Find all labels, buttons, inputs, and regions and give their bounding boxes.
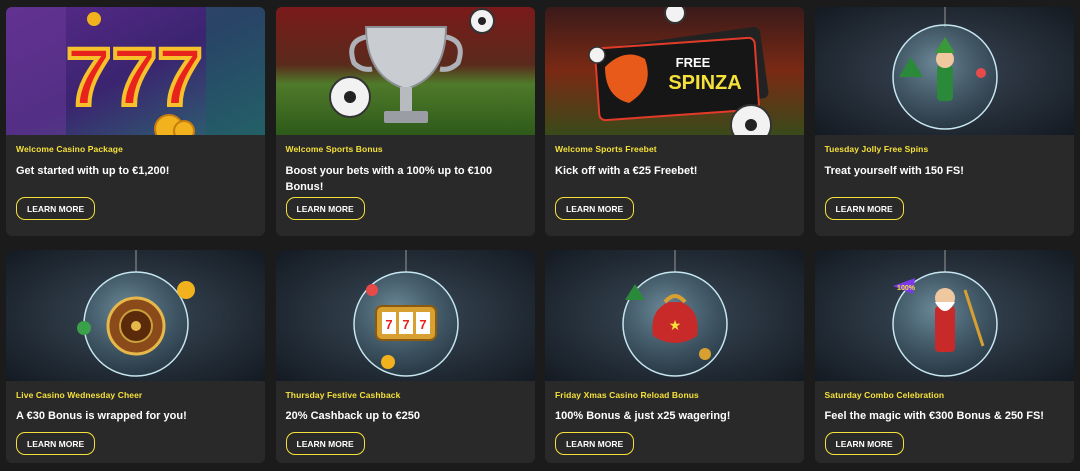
promo-description: A €30 Bonus is wrapped for you! — [16, 410, 187, 422]
promo-card[interactable]: ★ Friday Xmas Casino Reload Bonus 100% B… — [545, 250, 804, 463]
learn-more-button[interactable]: LEARN MORE — [824, 432, 904, 455]
svg-text:7: 7 — [402, 317, 409, 332]
promo-description: Treat yourself with 150 FS! — [824, 165, 964, 177]
promo-banner-image: 7 7 7 — [275, 250, 535, 381]
promo-label: Welcome Casino Package — [16, 144, 123, 154]
promo-description: Kick off with a €25 Freebet! — [555, 165, 698, 177]
promotions-grid: 777 Welcome Casino Package Get started w… — [6, 7, 1074, 463]
promo-banner-image: FREE SPINZA — [545, 7, 804, 135]
promo-label: Welcome Sports Freebet — [555, 144, 657, 154]
promo-card[interactable]: 100% Saturday Combo Celebration Feel the… — [814, 250, 1074, 463]
promo-banner-image — [275, 7, 535, 135]
promo-card[interactable]: 777 Welcome Casino Package Get started w… — [6, 7, 265, 236]
promo-card[interactable]: Live Casino Wednesday Cheer A €30 Bonus … — [6, 250, 265, 463]
promo-description: 20% Cashback up to €250 — [285, 410, 421, 422]
promo-label: Live Casino Wednesday Cheer — [16, 390, 143, 400]
svg-text:7: 7 — [385, 317, 392, 332]
promo-description: Feel the magic with €300 Bonus & 250 FS! — [824, 410, 1044, 422]
promo-description: 100% Bonus & just x25 wagering! — [555, 410, 731, 422]
svg-text:777: 777 — [66, 32, 203, 123]
promo-label: Tuesday Jolly Free Spins — [824, 144, 929, 154]
promo-banner-image: 100% — [814, 250, 1074, 381]
promo-banner-image: ★ — [545, 250, 804, 381]
learn-more-button[interactable]: LEARN MORE — [285, 432, 365, 455]
promo-description: Get started with up to €1,200! — [16, 165, 170, 177]
promo-label: Friday Xmas Casino Reload Bonus — [555, 390, 699, 400]
promo-banner-image — [6, 250, 265, 381]
promo-card[interactable]: Tuesday Jolly Free Spins Treat yourself … — [814, 7, 1074, 236]
promo-card[interactable]: 7 7 7 Thursday Festive Cashback 20% Cash… — [275, 250, 535, 463]
badge-text: 100% — [897, 285, 916, 292]
learn-more-button[interactable]: LEARN MORE — [16, 197, 96, 220]
learn-more-button[interactable]: LEARN MORE — [555, 197, 635, 220]
promo-description: Boost your bets with a 100% up to €100 B… — [285, 165, 493, 193]
svg-text:7: 7 — [419, 317, 426, 332]
free-text: FREE — [676, 55, 711, 70]
learn-more-button[interactable]: LEARN MORE — [16, 432, 96, 455]
promo-banner-image: 777 — [6, 7, 265, 135]
learn-more-button[interactable]: LEARN MORE — [555, 432, 635, 455]
promo-label: Saturday Combo Celebration — [824, 390, 945, 400]
learn-more-button[interactable]: LEARN MORE — [285, 197, 365, 220]
svg-text:★: ★ — [669, 317, 682, 333]
promo-card[interactable]: FREE SPINZA Welcome Sports Freebet Kick … — [545, 7, 804, 236]
promo-label: Thursday Festive Cashback — [285, 390, 401, 400]
spinza-text: SPINZA — [668, 72, 741, 94]
promo-label: Welcome Sports Bonus — [285, 144, 383, 154]
promo-banner-image — [814, 7, 1074, 135]
promo-card[interactable]: Welcome Sports Bonus Boost your bets wit… — [275, 7, 535, 236]
learn-more-button[interactable]: LEARN MORE — [824, 197, 904, 220]
